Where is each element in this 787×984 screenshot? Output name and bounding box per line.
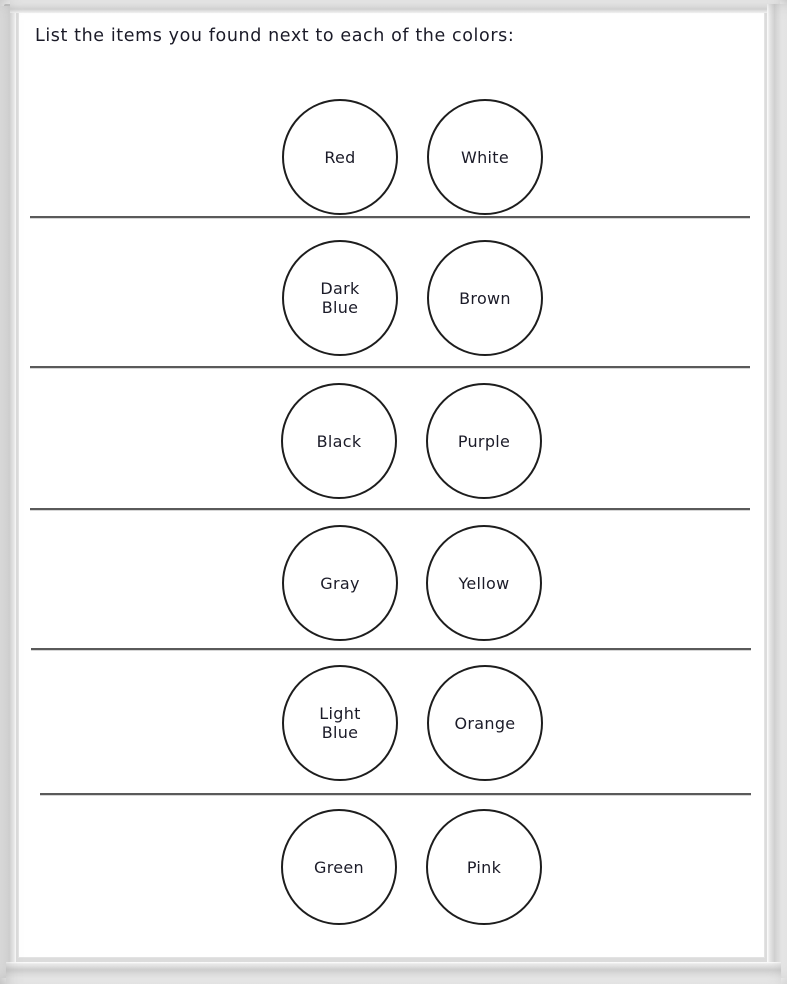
color-bubble-light-blue[interactable]: Light Blue xyxy=(282,665,398,781)
color-bubble-label: Brown xyxy=(459,288,511,308)
color-bubble-brown[interactable]: Brown xyxy=(427,240,543,356)
worksheet-page: List the items you found next to each of… xyxy=(0,0,787,984)
paper-edge-bottom xyxy=(6,962,781,984)
color-bubble-black[interactable]: Black xyxy=(281,383,397,499)
color-bubble-label: Yellow xyxy=(458,573,510,593)
color-bubble-pink[interactable]: Pink xyxy=(426,809,542,925)
worksheet-instruction-text: List the items you found next to each of… xyxy=(35,26,515,46)
color-bubble-red[interactable]: Red xyxy=(282,99,398,215)
color-bubble-label: Purple xyxy=(457,431,511,451)
worksheet-content: List the items you found next to each of… xyxy=(18,12,763,956)
paper-edge-left xyxy=(0,6,16,978)
color-bubble-dark-blue[interactable]: Dark Blue xyxy=(282,240,398,356)
row-divider xyxy=(31,648,751,650)
color-bubble-yellow[interactable]: Yellow xyxy=(426,525,542,641)
color-bubble-label: White xyxy=(460,147,510,167)
color-bubble-label: Orange xyxy=(454,713,516,733)
row-divider xyxy=(30,508,750,510)
color-bubble-label: Red xyxy=(324,147,356,167)
row-divider xyxy=(30,366,750,368)
color-bubble-gray[interactable]: Gray xyxy=(282,525,398,641)
color-bubble-purple[interactable]: Purple xyxy=(426,383,542,499)
color-bubble-green[interactable]: Green xyxy=(281,809,397,925)
color-bubble-label: Green xyxy=(314,857,364,877)
color-bubble-label: Dark Blue xyxy=(320,279,360,317)
row-divider xyxy=(40,793,751,795)
color-bubble-label: Black xyxy=(316,431,362,451)
paper-edge-right xyxy=(767,4,787,978)
color-bubble-label: Gray xyxy=(320,573,360,593)
row-divider xyxy=(30,216,750,218)
color-bubble-orange[interactable]: Orange xyxy=(427,665,543,781)
color-bubble-label: Pink xyxy=(466,857,502,877)
color-bubble-label: Light Blue xyxy=(319,704,361,742)
color-bubble-white[interactable]: White xyxy=(427,99,543,215)
